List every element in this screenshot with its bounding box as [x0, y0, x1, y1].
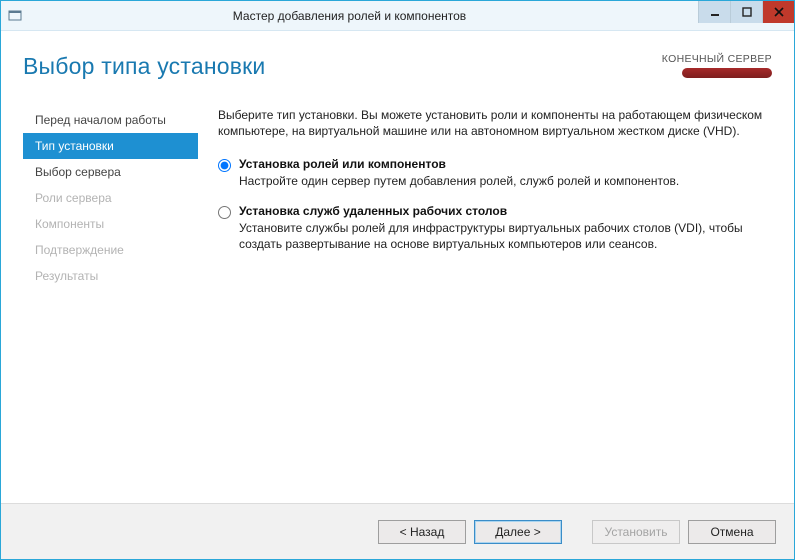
wizard-sidebar: Перед началом работы Тип установки Выбор… [23, 107, 198, 493]
target-server-box: КОНЕЧНЫЙ СЕРВЕР [662, 53, 772, 81]
sidebar-item-server-selection[interactable]: Выбор сервера [23, 159, 198, 185]
header-row: Выбор типа установки КОНЕЧНЫЙ СЕРВЕР [23, 53, 772, 81]
content-area: Выбор типа установки КОНЕЧНЫЙ СЕРВЕР Пер… [1, 31, 794, 503]
option-desc: Установите службы ролей для инфраструкту… [239, 220, 772, 252]
sidebar-item-results: Результаты [23, 263, 198, 289]
sidebar-item-features: Компоненты [23, 211, 198, 237]
intro-text: Выберите тип установки. Вы можете устано… [218, 107, 772, 139]
option-desc: Настройте один сервер путем добавления р… [239, 173, 772, 189]
sidebar-item-before-you-begin[interactable]: Перед началом работы [23, 107, 198, 133]
sidebar-item-installation-type[interactable]: Тип установки [23, 133, 198, 159]
wizard-window: Мастер добавления ролей и компонентов Вы… [0, 0, 795, 560]
sidebar-item-label: Компоненты [35, 217, 104, 231]
main-panel: Выберите тип установки. Вы можете устано… [198, 107, 772, 493]
option-body: Установка ролей или компонентов Настройт… [239, 157, 772, 189]
target-server-name-redacted [682, 68, 772, 78]
window-controls [698, 1, 794, 30]
wizard-footer: < Назад Далее > Установить Отмена [1, 503, 794, 559]
option-body: Установка служб удаленных рабочих столов… [239, 204, 772, 252]
minimize-button[interactable] [698, 1, 730, 23]
close-button[interactable] [762, 1, 794, 23]
sidebar-item-server-roles: Роли сервера [23, 185, 198, 211]
columns: Перед началом работы Тип установки Выбор… [23, 107, 772, 493]
wizard-body: Выбор типа установки КОНЕЧНЫЙ СЕРВЕР Пер… [1, 31, 794, 559]
option-role-based[interactable]: Установка ролей или компонентов Настройт… [218, 157, 772, 189]
sidebar-item-label: Тип установки [35, 139, 114, 153]
sidebar-item-label: Перед началом работы [35, 113, 166, 127]
cancel-button[interactable]: Отмена [688, 520, 776, 544]
option-role-based-radio[interactable] [218, 159, 231, 172]
option-rds[interactable]: Установка служб удаленных рабочих столов… [218, 204, 772, 252]
sidebar-item-confirmation: Подтверждение [23, 237, 198, 263]
install-button: Установить [592, 520, 680, 544]
sidebar-item-label: Подтверждение [35, 243, 124, 257]
sidebar-item-label: Выбор сервера [35, 165, 121, 179]
next-button[interactable]: Далее > [474, 520, 562, 544]
target-server-label: КОНЕЧНЫЙ СЕРВЕР [662, 53, 772, 65]
window-title: Мастер добавления ролей и компонентов [29, 9, 698, 23]
back-button[interactable]: < Назад [378, 520, 466, 544]
option-rds-radio[interactable] [218, 206, 231, 219]
option-title: Установка служб удаленных рабочих столов [239, 204, 772, 218]
titlebar: Мастер добавления ролей и компонентов [1, 1, 794, 31]
sidebar-item-label: Результаты [35, 269, 98, 283]
page-title: Выбор типа установки [23, 53, 265, 80]
option-title: Установка ролей или компонентов [239, 157, 772, 171]
sidebar-item-label: Роли сервера [35, 191, 112, 205]
app-icon [1, 9, 29, 23]
maximize-button[interactable] [730, 1, 762, 23]
